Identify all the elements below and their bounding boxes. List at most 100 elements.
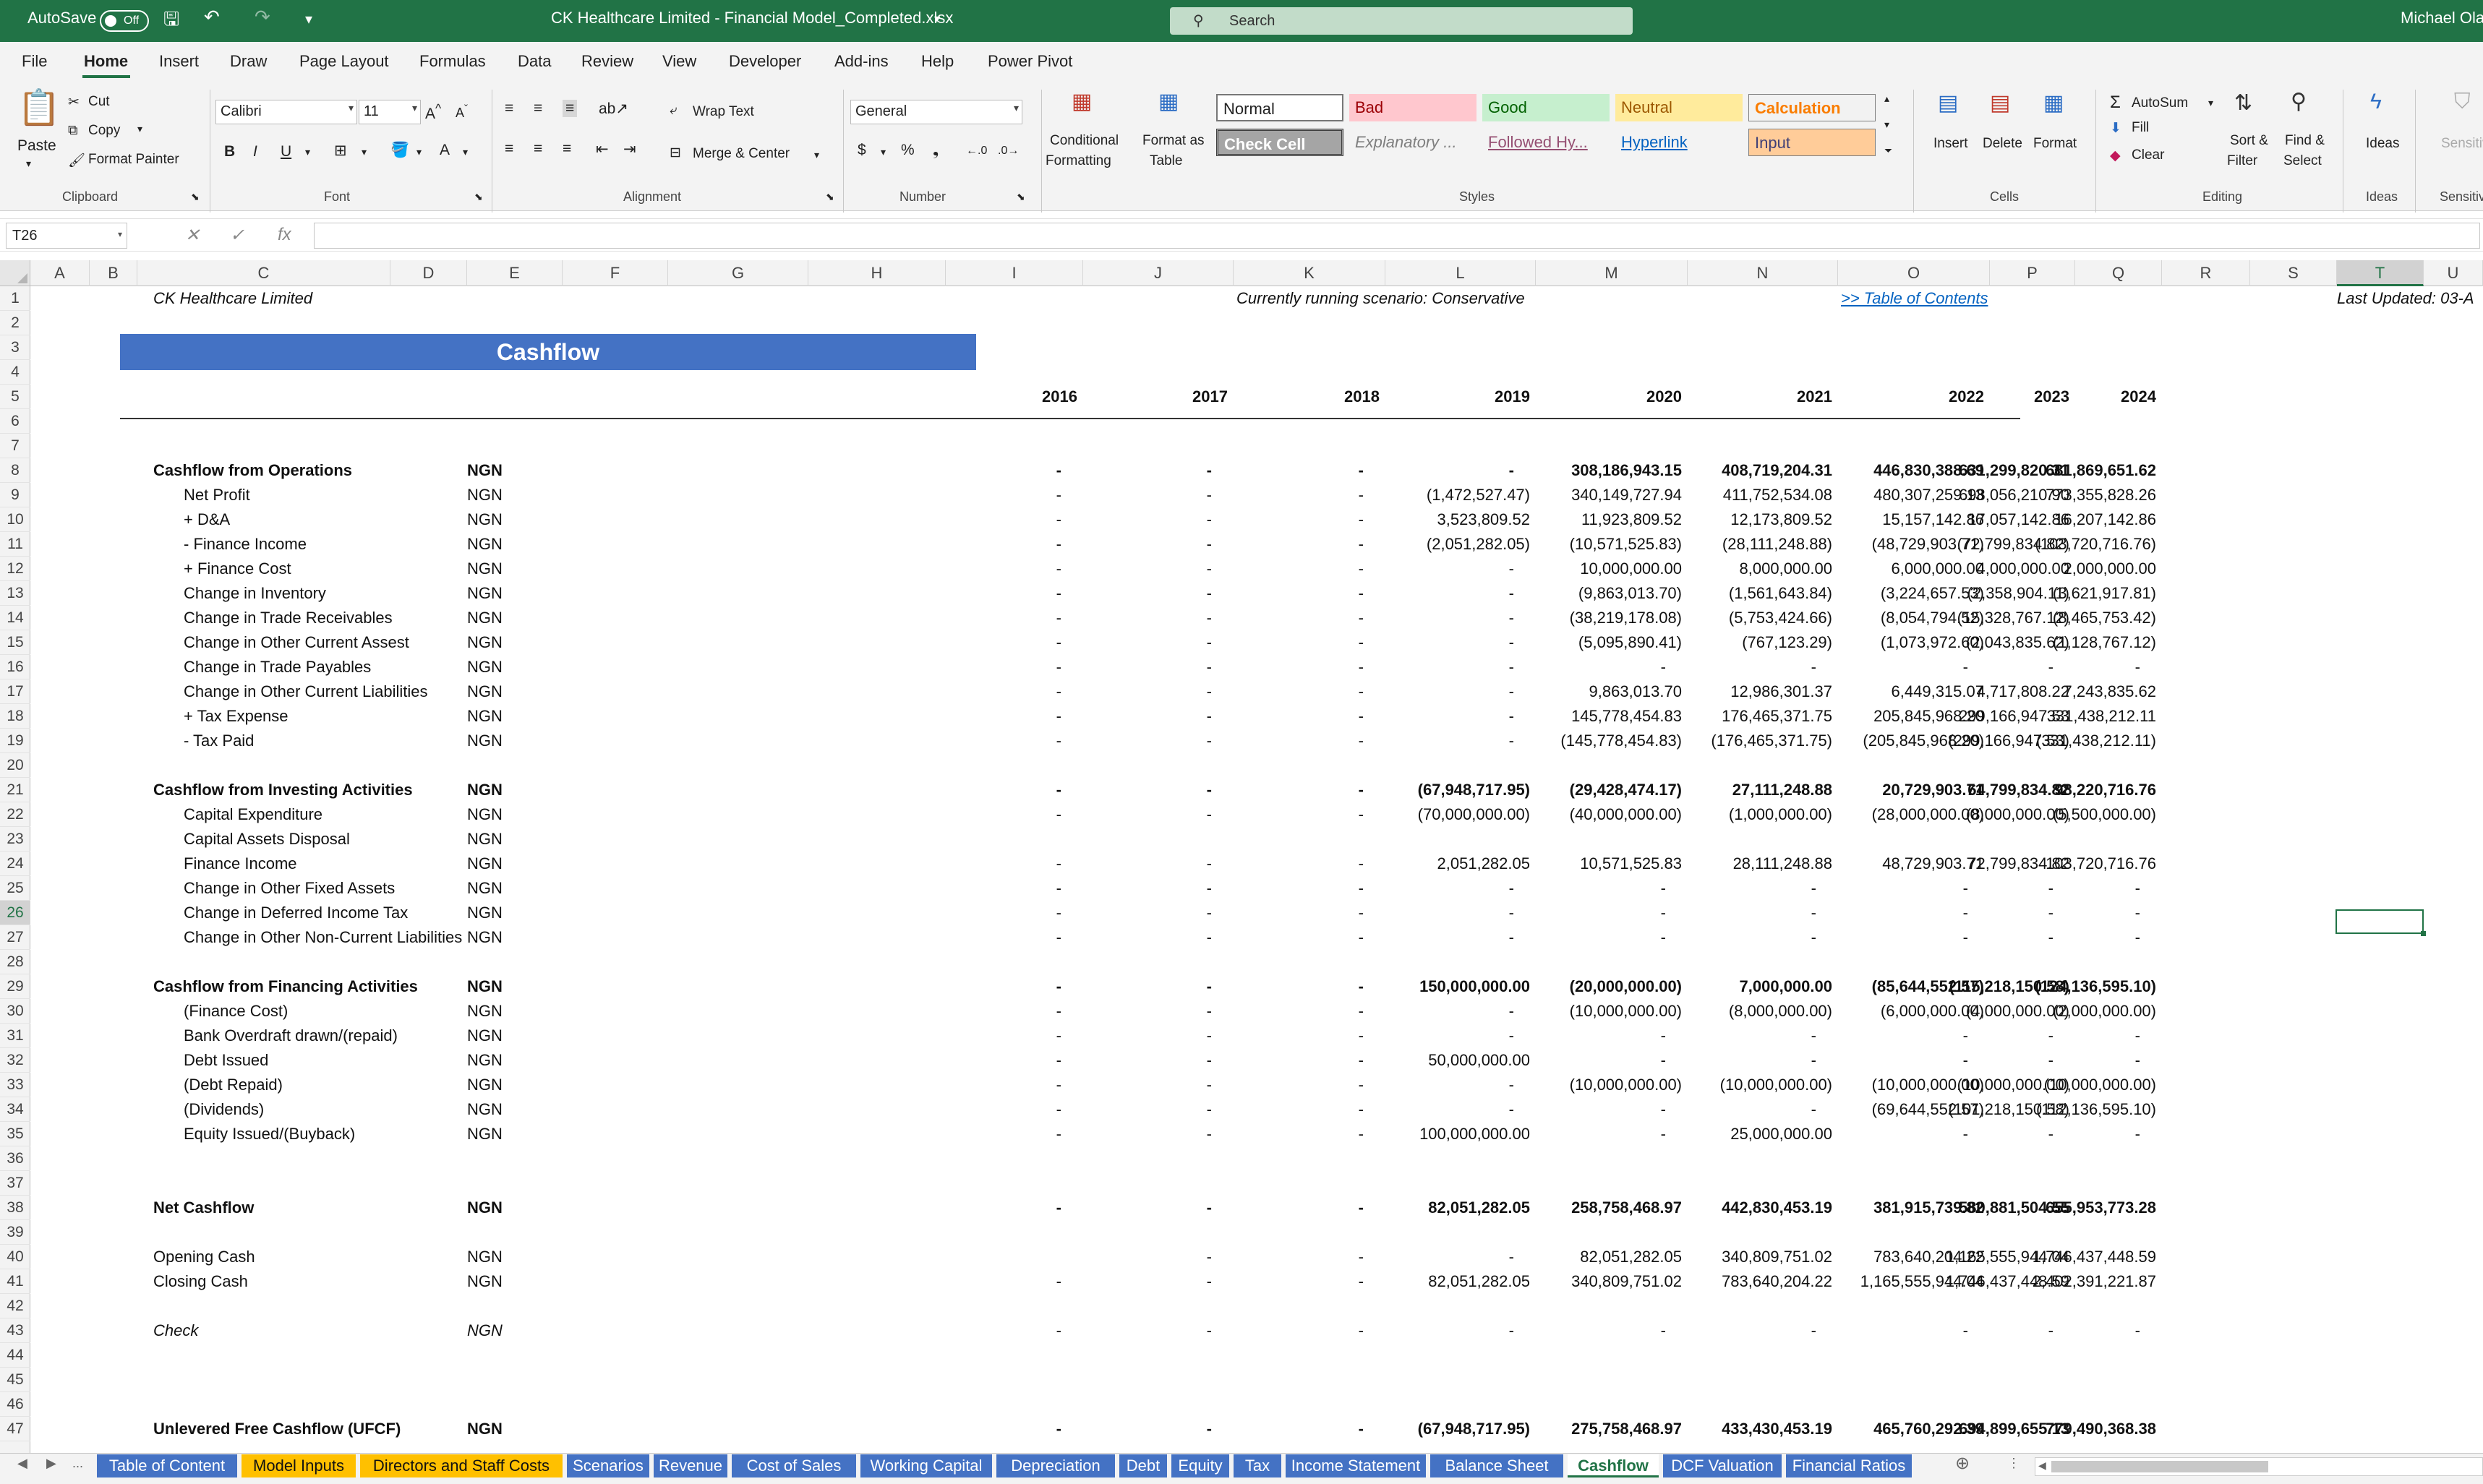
line-value[interactable]: - xyxy=(1371,1245,1530,1269)
tab-file[interactable]: File xyxy=(22,52,47,71)
line-value[interactable]: (124,136,595.10) xyxy=(1997,974,2156,999)
line-value[interactable]: - xyxy=(1069,704,1228,729)
line-value[interactable]: - xyxy=(1673,901,1832,925)
sheet-tab[interactable]: Balance Sheet xyxy=(1430,1454,1563,1477)
line-value[interactable]: - xyxy=(1221,532,1380,557)
line-value[interactable]: - xyxy=(918,679,1077,704)
line-value[interactable]: - xyxy=(1673,925,1832,950)
new-sheet-icon[interactable]: ⊕ xyxy=(1955,1453,1970,1474)
line-value[interactable]: - xyxy=(1673,1318,1832,1343)
find-select-button[interactable]: Find & xyxy=(2285,133,2325,149)
alignment-launcher-icon[interactable]: ⬊ xyxy=(826,191,834,203)
style-bad[interactable]: Bad xyxy=(1349,94,1476,121)
sheet-tab[interactable]: Depreciation xyxy=(996,1454,1115,1477)
percent-icon[interactable]: % xyxy=(901,142,915,159)
paste-button[interactable]: Paste xyxy=(17,137,56,155)
line-value[interactable]: - xyxy=(1371,704,1530,729)
line-value[interactable]: - xyxy=(1221,802,1380,827)
sheet-tab[interactable]: Income Statement xyxy=(1286,1454,1426,1477)
sheet-tab[interactable]: Table of Content xyxy=(97,1454,237,1477)
line-value[interactable]: - xyxy=(918,778,1077,802)
line-value[interactable]: - xyxy=(1069,1318,1228,1343)
line-value[interactable]: - xyxy=(1221,557,1380,581)
row-header-47[interactable]: 47 xyxy=(0,1417,30,1441)
line-value[interactable]: - xyxy=(1371,557,1530,581)
style-calculation[interactable]: Calculation xyxy=(1748,94,1876,121)
line-value[interactable]: (20,000,000.00) xyxy=(1523,974,1682,999)
insert-cells-icon[interactable]: ▤ xyxy=(1938,93,1958,114)
merge-dropdown-icon[interactable]: ▾ xyxy=(814,149,819,161)
line-value[interactable]: - xyxy=(1997,1318,2156,1343)
line-value[interactable]: - xyxy=(1221,1024,1380,1048)
increase-indent-icon[interactable]: ⇥ xyxy=(623,140,636,158)
line-value[interactable]: - xyxy=(918,1269,1077,1294)
styles-scroll-down-icon[interactable]: ▾ xyxy=(1884,119,1889,131)
style-explanatory[interactable]: Explanatory ... xyxy=(1349,129,1476,156)
line-value[interactable]: (10,000,000.00) xyxy=(1997,1073,2156,1097)
column-header-j[interactable]: J xyxy=(1083,260,1234,286)
line-value[interactable]: - xyxy=(1069,1245,1228,1269)
autosave-toggle[interactable]: Off xyxy=(100,10,149,32)
line-value[interactable] xyxy=(1069,827,1228,852)
line-value[interactable]: - xyxy=(1523,1097,1682,1122)
format-painter-icon[interactable]: 🖌 xyxy=(68,152,85,169)
decrease-decimal-icon[interactable]: .0→ xyxy=(998,145,1019,158)
align-bottom-icon[interactable]: ≡ xyxy=(563,100,578,117)
line-value[interactable]: - xyxy=(1673,1048,1832,1073)
line-value[interactable]: - xyxy=(1523,901,1682,925)
underline-dropdown-icon[interactable]: ▾ xyxy=(305,146,310,158)
row-header-2[interactable]: 2 xyxy=(0,311,30,335)
line-value[interactable]: - xyxy=(1523,876,1682,901)
worksheet-grid[interactable]: CK Healthcare Limited Currently running … xyxy=(30,286,2483,1453)
save-icon[interactable]: 🖫 xyxy=(163,6,179,38)
underline-icon[interactable]: U xyxy=(281,143,291,160)
line-value[interactable]: 258,758,468.97 xyxy=(1523,1196,1682,1220)
line-value[interactable]: - xyxy=(1069,679,1228,704)
line-value[interactable]: - xyxy=(1523,1318,1682,1343)
line-value[interactable] xyxy=(918,1245,1077,1269)
cancel-icon[interactable]: ✕ xyxy=(185,225,200,246)
line-value[interactable]: 655,953,773.28 xyxy=(1997,1196,2156,1220)
line-value[interactable]: - xyxy=(1069,1097,1228,1122)
line-value[interactable]: - xyxy=(1997,925,2156,950)
styles-scroll-up-icon[interactable]: ▴ xyxy=(1884,93,1889,105)
row-header-16[interactable]: 16 xyxy=(0,655,30,679)
line-value[interactable]: (70,000,000.00) xyxy=(1371,802,1530,827)
line-value[interactable]: (112,136,595.10) xyxy=(1997,1097,2156,1122)
wrap-text-icon[interactable]: ⤶ xyxy=(670,103,678,119)
line-value[interactable]: (67,948,717.95) xyxy=(1371,1417,1530,1441)
column-header-p[interactable]: P xyxy=(1990,260,2075,286)
row-header-18[interactable]: 18 xyxy=(0,704,30,729)
line-value[interactable]: - xyxy=(1221,1417,1380,1441)
tab-formulas[interactable]: Formulas xyxy=(419,52,486,71)
row-header-45[interactable]: 45 xyxy=(0,1368,30,1392)
line-value[interactable]: 12,173,809.52 xyxy=(1673,507,1832,532)
line-value[interactable]: - xyxy=(1069,852,1228,876)
copy-button[interactable]: Copy xyxy=(88,123,120,139)
line-value[interactable]: - xyxy=(1673,876,1832,901)
column-header-m[interactable]: M xyxy=(1536,260,1688,286)
line-value[interactable]: 28,111,248.88 xyxy=(1673,852,1832,876)
line-value[interactable]: - xyxy=(1221,852,1380,876)
line-value[interactable]: 98,220,716.76 xyxy=(1997,778,2156,802)
line-value[interactable]: 25,000,000.00 xyxy=(1673,1122,1832,1146)
row-header-41[interactable]: 41 xyxy=(0,1269,30,1294)
row-header-9[interactable]: 9 xyxy=(0,483,30,507)
line-value[interactable]: (5,500,000.00) xyxy=(1997,802,2156,827)
conditional-formatting-button[interactable]: Conditional xyxy=(1050,133,1119,149)
row-header-33[interactable]: 33 xyxy=(0,1073,30,1097)
row-header-43[interactable]: 43 xyxy=(0,1318,30,1343)
undo-icon[interactable]: ↶ xyxy=(204,6,220,28)
line-value[interactable]: - xyxy=(1069,1048,1228,1073)
line-value[interactable]: (29,428,474.17) xyxy=(1523,778,1682,802)
line-value[interactable]: - xyxy=(1221,1269,1380,1294)
line-value[interactable]: 411,752,534.08 xyxy=(1673,483,1832,507)
line-value[interactable]: - xyxy=(1221,483,1380,507)
format-cells-icon[interactable]: ▦ xyxy=(2043,93,2064,114)
line-value[interactable]: - xyxy=(1221,507,1380,532)
line-value[interactable]: (40,000,000.00) xyxy=(1523,802,1682,827)
line-value[interactable]: 2,000,000.00 xyxy=(1997,557,2156,581)
select-all-corner[interactable] xyxy=(0,260,30,286)
tab-add-ins[interactable]: Add-ins xyxy=(834,52,889,71)
align-center-icon[interactable]: ≡ xyxy=(534,140,542,158)
